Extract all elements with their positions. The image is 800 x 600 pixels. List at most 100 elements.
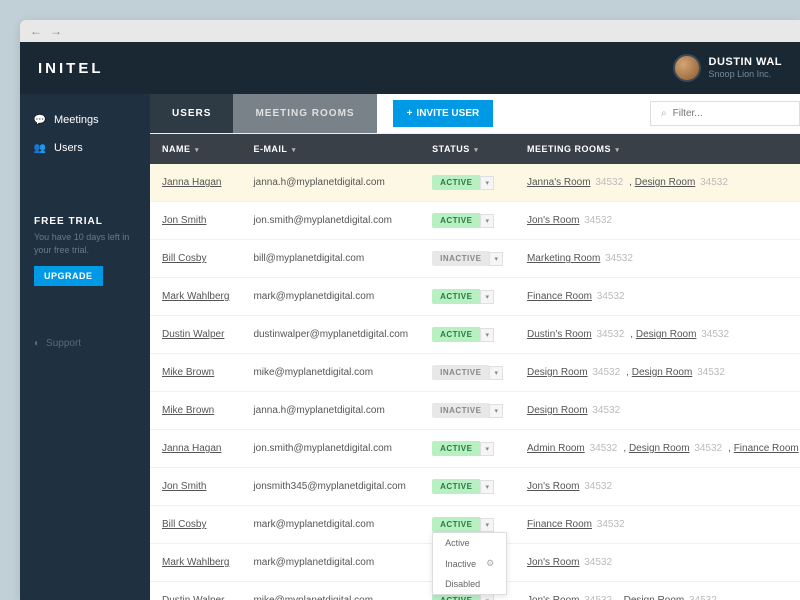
user-rooms: Design Room 34532 <box>515 392 800 430</box>
room-link[interactable]: Dustin's Room <box>527 329 592 340</box>
status-dropdown-toggle[interactable]: ▾ <box>480 176 494 190</box>
sidebar-item-meetings[interactable]: 💬Meetings <box>20 106 150 134</box>
table-row[interactable]: Bill Cosbymark@myplanetdigital.comACTIVE… <box>150 506 800 544</box>
room-link[interactable]: Finance Room <box>527 519 592 530</box>
sidebar-item-label: Meetings <box>54 114 99 126</box>
filter-box[interactable]: ⌕ <box>650 101 800 126</box>
status-option[interactable]: Active <box>433 533 506 553</box>
column-header[interactable]: E-MAIL ▾ <box>241 134 420 164</box>
table-wrap[interactable]: NAME ▾E-MAIL ▾STATUS ▾MEETING ROOMS ▾CRE… <box>150 134 800 600</box>
room-link[interactable]: Design Room <box>632 367 693 378</box>
trial-text: You have 10 days left in your free trial… <box>34 231 136 256</box>
user-name-link[interactable]: Dustin Walper <box>162 329 224 340</box>
content-header: USERSMEETING ROOMS + INVITE USER ⌕ <box>150 94 800 134</box>
user-email: jon.smith@myplanetdigital.com <box>241 202 420 240</box>
table-row[interactable]: Janna Haganjon.smith@myplanetdigital.com… <box>150 430 800 468</box>
status-badge: ACTIVE <box>432 479 480 494</box>
room-link[interactable]: Janna's Room <box>527 177 591 188</box>
user-rooms: Finance Room 34532 <box>515 506 800 544</box>
status-dropdown-toggle[interactable]: ▾ <box>489 252 503 266</box>
room-link[interactable]: Design Room <box>635 177 696 188</box>
column-header[interactable]: MEETING ROOMS ▾ <box>515 134 800 164</box>
user-name-link[interactable]: Dustin Walper <box>162 595 224 600</box>
room-id: 34532 <box>584 557 612 568</box>
status-option[interactable]: Inactive ⚙ <box>433 553 506 574</box>
table-row[interactable]: Jon Smithjonsmith345@myplanetdigital.com… <box>150 468 800 506</box>
user-name-link[interactable]: Bill Cosby <box>162 519 206 530</box>
status-dropdown-toggle[interactable]: ▾ <box>480 480 494 494</box>
status-dropdown-toggle[interactable]: ▾ <box>480 328 494 342</box>
room-link[interactable]: Jon's Room <box>527 215 580 226</box>
room-link[interactable]: Design Room <box>624 595 685 600</box>
room-link[interactable]: Design Room <box>527 367 588 378</box>
user-name-link[interactable]: Mike Brown <box>162 405 214 416</box>
room-link[interactable]: Design Room <box>636 329 697 340</box>
room-id: 34532 <box>584 481 612 492</box>
user-name-link[interactable]: Mark Wahlberg <box>162 557 229 568</box>
room-id: 34532 <box>689 595 717 600</box>
table-row[interactable]: Mike Brown janna.h@myplanetdigital.com INA… <box>150 392 800 430</box>
trial-title: FREE TRIAL <box>34 216 136 227</box>
user-email: janna.h@myplanetdigital.com <box>241 392 420 430</box>
room-link[interactable]: Finance Room <box>527 291 592 302</box>
avatar <box>673 54 701 82</box>
tabs: USERSMEETING ROOMS <box>150 94 377 133</box>
table-row[interactable]: Mark Wahlbergmark@myplanetdigital.comACT… <box>150 278 800 316</box>
user-name-link[interactable]: Mike Brown <box>162 367 214 378</box>
status-badge: ACTIVE <box>432 327 480 342</box>
table-row[interactable]: Jon Smithjon.smith@myplanetdigital.comAC… <box>150 202 800 240</box>
room-id: 34532 <box>592 367 620 378</box>
forward-arrow-icon[interactable]: → <box>50 24 62 38</box>
status-option[interactable]: Disabled <box>433 574 506 594</box>
room-link[interactable]: Admin Room <box>527 443 585 454</box>
room-link[interactable]: Design Room <box>629 443 690 454</box>
upgrade-button[interactable]: UPGRADE <box>34 266 103 286</box>
gear-icon: ⚙ <box>486 558 494 569</box>
back-arrow-icon[interactable]: ← <box>30 24 42 38</box>
user-name-link[interactable]: Janna Hagan <box>162 443 222 454</box>
user-org: Snoop Lion Inc. <box>709 69 782 80</box>
status-dropdown-toggle[interactable]: ▾ <box>480 214 494 228</box>
app-root: INITEL DUSTIN WAL Snoop Lion Inc. 💬Meeti… <box>20 42 800 600</box>
table-body: Janna Hagan janna.h@myplanetdigital.com AC… <box>150 164 800 600</box>
table-row[interactable]: Mike Brownmike@myplanetdigital.comINACTI… <box>150 354 800 392</box>
room-link[interactable]: Jon's Room <box>527 557 580 568</box>
status-dropdown-toggle[interactable]: ▾ <box>480 518 494 532</box>
room-link[interactable]: Jon's Room <box>527 595 580 600</box>
user-name-link[interactable]: Jon Smith <box>162 215 206 226</box>
status-dropdown-toggle[interactable]: ▾ <box>489 404 503 418</box>
room-link[interactable]: Finance Room <box>734 443 799 454</box>
user-menu[interactable]: DUSTIN WAL Snoop Lion Inc. <box>673 54 782 82</box>
logo[interactable]: INITEL <box>38 60 104 77</box>
user-name-link[interactable]: Mark Wahlberg <box>162 291 229 302</box>
room-link[interactable]: Design Room <box>527 405 588 416</box>
user-email: mark@myplanetdigital.com <box>241 506 420 544</box>
trial-box: FREE TRIAL You have 10 days left in your… <box>20 202 150 300</box>
user-name-link[interactable]: Bill Cosby <box>162 253 206 264</box>
tab-users[interactable]: USERS <box>150 94 233 133</box>
main: 💬Meetings👥Users FREE TRIAL You have 10 d… <box>20 94 800 600</box>
tab-meeting-rooms[interactable]: MEETING ROOMS <box>233 94 376 133</box>
status-dropdown-toggle[interactable]: ▾ <box>480 290 494 304</box>
table-row[interactable]: Janna Haganjanna.h@myplanetdigital.comAC… <box>150 164 800 202</box>
sort-icon: ▾ <box>613 147 619 154</box>
column-header[interactable]: NAME ▾ <box>150 134 241 164</box>
status-dropdown-toggle[interactable]: ▾ <box>480 442 494 456</box>
user-rooms: Finance Room 34532 <box>515 278 800 316</box>
filter-input[interactable] <box>673 108 789 119</box>
table-row[interactable]: Dustin Walperdustinwalper@myplanetdigita… <box>150 316 800 354</box>
user-name: DUSTIN WAL <box>709 56 782 69</box>
support-link[interactable]: ◐ Support <box>20 330 150 357</box>
status-dropdown-toggle[interactable]: ▾ <box>489 366 503 380</box>
status-badge: INACTIVE <box>432 403 489 418</box>
room-link[interactable]: Marketing Room <box>527 253 600 264</box>
user-name-link[interactable]: Janna Hagan <box>162 177 222 188</box>
content: USERSMEETING ROOMS + INVITE USER ⌕ NAME … <box>150 94 800 600</box>
user-name-link[interactable]: Jon Smith <box>162 481 206 492</box>
table-row[interactable]: Bill Cosbybill@myplanetdigital.comINACTI… <box>150 240 800 278</box>
column-header[interactable]: STATUS ▾ <box>420 134 515 164</box>
user-rooms: Janna's Room 34532, Design Room 34532 <box>515 164 800 202</box>
invite-user-button[interactable]: + INVITE USER <box>393 100 494 127</box>
sidebar-item-users[interactable]: 👥Users <box>20 134 150 162</box>
room-link[interactable]: Jon's Room <box>527 481 580 492</box>
